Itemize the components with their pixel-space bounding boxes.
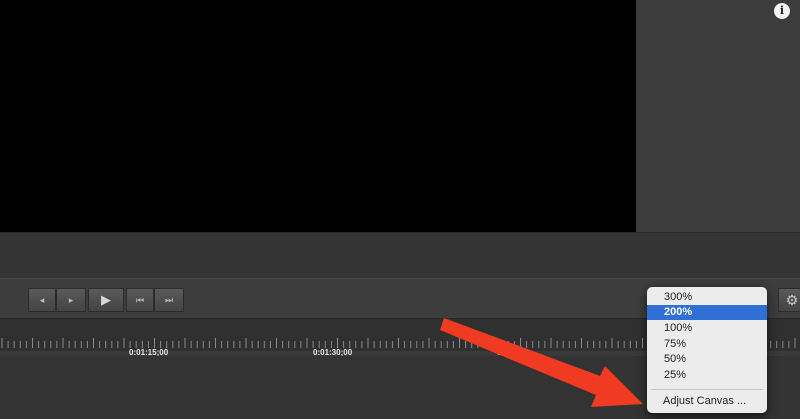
next-frame-button[interactable]: ▸: [56, 288, 86, 312]
next-frame-icon: ▸: [68, 295, 74, 305]
fast-forward-button[interactable]: ⏭: [154, 288, 184, 312]
zoom-option-25[interactable]: 25%: [647, 368, 767, 383]
zoom-menu: 300% 200% 100% 75% 50% 25% Adjust Canvas…: [647, 287, 767, 413]
gear-icon: ⚙: [785, 292, 799, 308]
prev-frame-icon: ◂: [39, 295, 45, 305]
rewind-button[interactable]: ⏮: [126, 288, 154, 312]
rewind-icon: ⏮: [135, 295, 145, 305]
canvas-bottom-band: [0, 232, 800, 279]
zoom-option-100[interactable]: 100%: [647, 321, 767, 336]
info-icon[interactable]: i: [774, 3, 790, 19]
play-button[interactable]: ▶: [88, 288, 124, 312]
zoom-option-300[interactable]: 300%: [647, 290, 767, 305]
video-canvas: [0, 0, 636, 232]
settings-button[interactable]: ⚙: [778, 288, 800, 312]
zoom-option-75[interactable]: 75%: [647, 337, 767, 352]
canvas-side-panel: [636, 0, 800, 232]
zoom-option-50[interactable]: 50%: [647, 352, 767, 367]
fast-forward-icon: ⏭: [164, 295, 174, 305]
zoom-option-200[interactable]: 200%: [647, 305, 767, 320]
prev-frame-button[interactable]: ◂: [28, 288, 56, 312]
menu-separator: [651, 389, 763, 390]
play-icon: ▶: [101, 292, 111, 307]
adjust-canvas-item[interactable]: Adjust Canvas ...: [647, 394, 767, 409]
